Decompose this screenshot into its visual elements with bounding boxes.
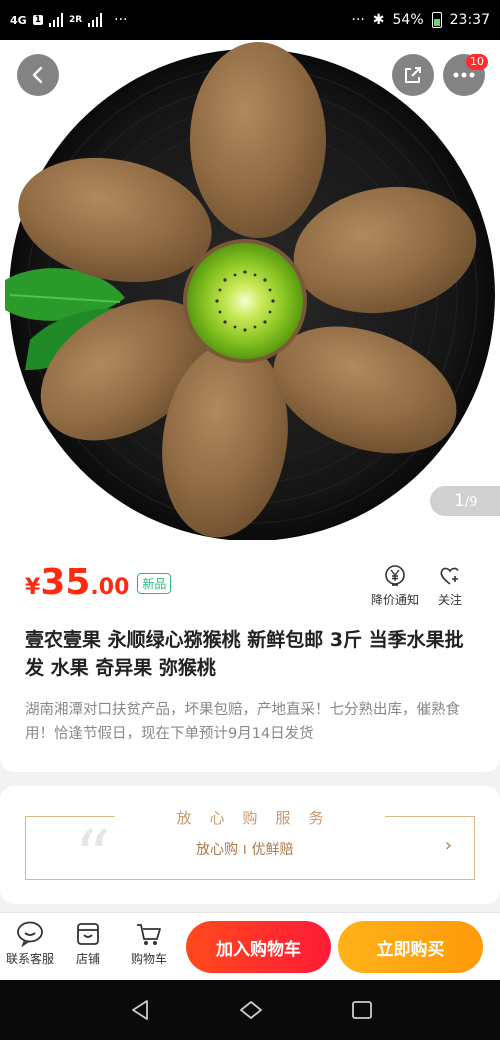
signal-icon-2 [88,13,103,27]
back-triangle-icon[interactable] [128,998,152,1022]
product-description: 湖南湘潭对口扶贫产品，坏果包赔，产地直采！七分熟出库，催熟食用！恰逢节假日，现在… [25,702,460,742]
product-detail-screen: 4G 1 2R ··· ··· ✱ 54% 23:37 10 1/9 ¥ 35 … [0,0,500,1040]
price-integer: 35 [40,562,91,603]
network-2r-label: 2R [68,15,83,25]
service-separator: I [243,843,247,857]
more-dots-icon [453,72,475,78]
service-item-fresh-compensation: 优鲜赔 [251,842,294,858]
status-dots-left: ··· [114,12,128,28]
new-product-tag: 新品 [137,573,172,594]
follow-label: 关注 [438,593,463,607]
page-total: /9 [464,495,478,510]
share-button[interactable] [392,54,434,96]
heart-plus-icon [440,567,459,585]
shop-icon [77,923,99,945]
status-dots-right: ··· [351,12,365,28]
quote-icon: “ [74,815,111,899]
bluetooth-icon: ✱ [372,12,385,28]
price-decimal: .00 [90,575,130,600]
product-info-card: ¥ 35 .00 新品 降价通知 关注 壹农壹果 永顺绿心猕猴桃 新鲜包邮 3斤… [0,540,500,772]
chevron-right-icon: › [444,835,452,856]
price-drop-notify-button[interactable]: 降价通知 [371,564,419,608]
customer-service-label: 联系客服 [5,952,54,966]
customer-service-button[interactable]: 联系客服 [4,921,56,967]
kiwi-product-image [0,40,500,540]
image-page-indicator: 1/9 [430,486,500,516]
recent-apps-icon[interactable] [350,998,374,1022]
service-card: “ 放心购 I 优鲜赔 › 放心购服务 [0,786,500,904]
product-image-carousel[interactable]: 10 1/9 [0,40,500,540]
price-drop-notify-label: 降价通知 [371,593,420,607]
cart-button[interactable]: 购物车 [126,921,172,967]
product-title: 壹农壹果 永顺绿心猕猴桃 新鲜包邮 3斤 当季水果批发 水果 奇异果 弥猴桃 [25,629,464,679]
chat-bubble-icon [17,921,43,947]
cart-icon [137,924,161,945]
status-bar: 4G 1 2R ··· ··· ✱ 54% 23:37 [0,0,500,40]
shop-button[interactable]: 店铺 [68,921,108,967]
service-items: 放心购 I 优鲜赔 [196,839,294,859]
yen-bell-icon [385,565,405,586]
service-item-assured: 放心购 [196,842,238,858]
cart-label: 购物车 [130,952,167,966]
shop-label: 店铺 [75,952,100,966]
service-title: 放心购服务 [115,807,385,828]
bottom-action-bar: 联系客服 店铺 购物车 加入购物车 立即购买 [0,912,500,980]
home-icon[interactable] [238,998,264,1022]
add-to-cart-button[interactable]: 加入购物车 [186,921,331,973]
sim-number: 1 [32,15,43,25]
battery-icon [431,12,442,28]
price-currency: ¥ [25,575,41,600]
share-icon [405,67,421,83]
signal-icon [48,13,63,27]
buy-now-button[interactable]: 立即购买 [338,921,483,973]
follow-button[interactable]: 关注 [438,564,462,608]
network-4g-label: 4G [10,13,27,27]
chevron-left-icon [32,66,43,84]
clock: 23:37 [449,12,490,28]
notification-badge: 10 [466,54,488,70]
price: ¥ 35 .00 新品 [25,562,172,603]
back-button[interactable] [17,54,59,96]
page-current: 1 [454,491,465,511]
system-navigation-bar [0,980,500,1040]
battery-percent: 54% [392,12,424,28]
